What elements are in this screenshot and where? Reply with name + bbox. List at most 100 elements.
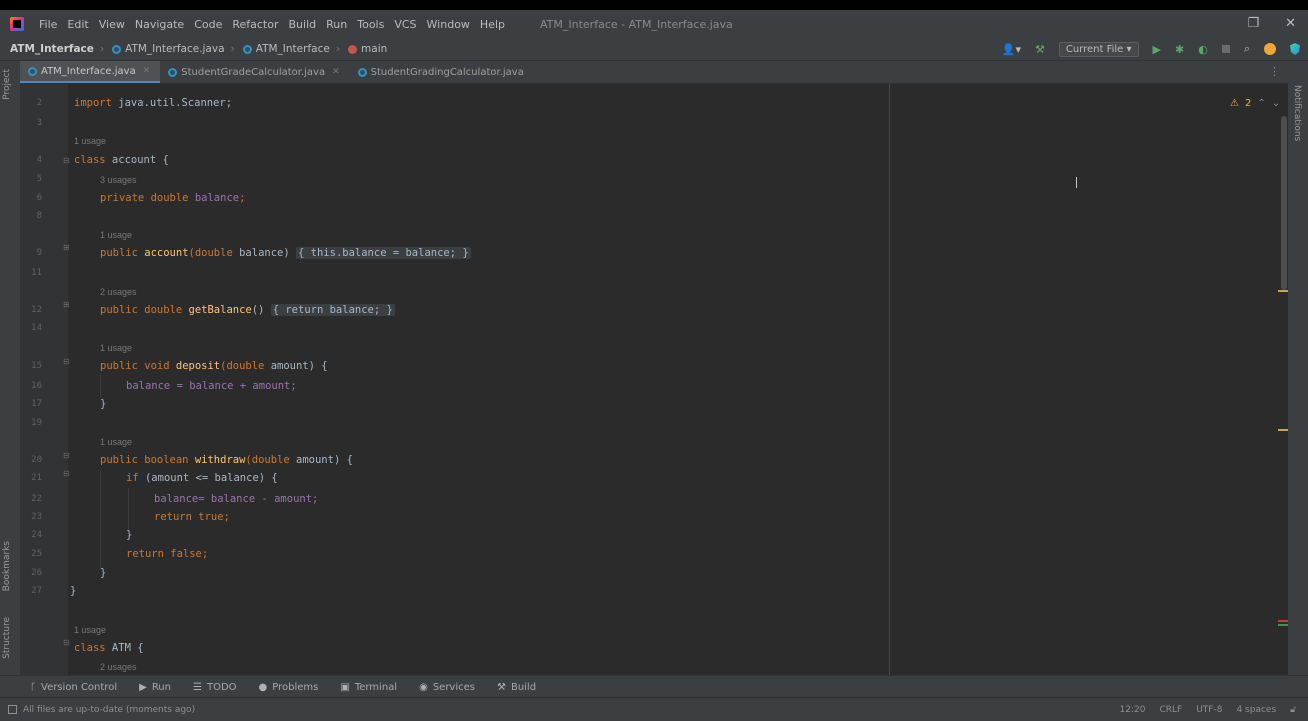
updates-icon[interactable] [1264,43,1276,55]
caret-position[interactable]: 12:20 [1120,705,1146,715]
code-line-close-class: } [70,585,77,597]
line-number: 19 [31,418,42,428]
inspection-widget[interactable]: ⚠ 2 ⌃ ⌄ [1230,98,1280,109]
usage-hint[interactable]: 3 usages [100,175,137,185]
line-separator[interactable]: CRLF [1159,705,1182,715]
tool-terminal[interactable]: ▣ Terminal [340,682,397,693]
menu-run[interactable]: Run [321,18,352,31]
bookmarks-tool-button[interactable]: Bookmarks [2,541,12,591]
status-toggle-icon[interactable] [8,705,17,714]
warning-stripe-marker[interactable] [1278,429,1288,431]
debug-icon[interactable]: ✱ [1175,43,1184,56]
build-hammer-icon[interactable]: ⚒ [1035,43,1045,56]
menu-navigate[interactable]: Navigate [130,18,189,31]
fold-marker-icon[interactable]: ⊟ [63,469,70,478]
fold-marker-icon[interactable]: ⊟ [63,451,70,460]
menu-view[interactable]: View [94,18,130,31]
usage-hint[interactable]: 1 usage [74,625,106,635]
close-tab-icon[interactable]: ✕ [332,67,340,77]
file-encoding[interactable]: UTF-8 [1196,705,1222,715]
usage-hint[interactable]: 2 usages [100,287,137,297]
mouse-text-cursor [1076,177,1077,188]
breadcrumb-method[interactable]: main [342,43,391,55]
problems-icon: ● [258,681,268,693]
editor-scrollbar[interactable] [1281,116,1287,290]
right-margin-guide [889,84,890,675]
tab-student-grading-calculator[interactable]: StudentGradingCalculator.java [350,61,534,83]
code-line-class-atm: class ATM { [74,642,144,654]
tool-problems[interactable]: ● Problems [259,682,319,693]
user-icon[interactable]: 👤▾ [1002,43,1021,56]
error-stripe-marker[interactable] [1278,620,1288,622]
tool-window-bar: ᚴ Version Control ▶ Run ☰ TODO ● Problems ▣ T… [0,675,1308,698]
tool-run[interactable]: ▶ Run [139,682,171,693]
usage-hint[interactable]: 1 usage [100,230,132,240]
line-number: 5 [36,174,42,184]
status-message[interactable]: All files are up-to-date (moments ago) [23,705,195,715]
menu-refactor[interactable]: Refactor [227,18,283,31]
change-stripe-marker[interactable] [1278,624,1288,626]
project-tool-button[interactable]: Project [2,69,12,100]
fold-marker-icon[interactable]: ⊞ [63,243,70,252]
close-tab-icon[interactable]: ✕ [143,66,151,76]
menu-vcs[interactable]: VCS [389,18,421,31]
usage-hint[interactable]: 1 usage [100,437,132,447]
status-widgets: 12:20 CRLF UTF-8 4 spaces 🔓︎ [1120,698,1296,721]
coverage-icon[interactable]: ◐ [1198,43,1208,56]
menu-code[interactable]: Code [189,18,227,31]
tool-version-control[interactable]: ᚴ Version Control [30,682,117,693]
breadcrumb-file[interactable]: ATM_Interface.java [106,43,228,55]
menu-file[interactable]: File [34,18,62,31]
toolbox-icon[interactable] [1290,43,1300,55]
fold-marker-icon[interactable]: ⊟ [63,638,70,647]
warning-count: 2 [1244,98,1252,109]
chevron-up-icon[interactable]: ⌃ [1257,98,1265,109]
run-icon[interactable]: ▶ [1153,43,1161,56]
menu-help[interactable]: Help [475,18,510,31]
menu-window[interactable]: Window [422,18,475,31]
usage-hint[interactable]: 1 usage [74,136,106,146]
code-line-close-brace: } [100,398,107,410]
build-icon: ⚒ [496,681,506,693]
search-icon[interactable]: ⌕ [1244,42,1250,56]
line-number: 4 [36,155,42,165]
line-number: 20 [31,455,42,465]
line-number: 17 [31,399,42,409]
more-tabs-icon[interactable]: ⋮ [1269,65,1280,78]
tool-todo[interactable]: ☰ TODO [193,682,237,693]
tool-services[interactable]: ◉ Services [419,682,475,693]
fold-marker-icon[interactable]: ⊟ [63,156,70,165]
indent-setting[interactable]: 4 spaces [1236,705,1276,715]
usage-hint[interactable]: 1 usage [100,343,132,353]
indent-guide [100,374,101,398]
tool-build[interactable]: ⚒ Build [497,682,536,693]
lock-icon[interactable]: 🔓︎ [1290,705,1296,715]
chevron-down-icon[interactable]: ⌄ [1272,98,1280,109]
stop-icon[interactable] [1221,45,1230,53]
code-line-deposit-body: balance = balance + amount; [126,380,297,392]
fold-marker-icon[interactable]: ⊞ [63,300,70,309]
menu-build[interactable]: Build [284,18,322,31]
run-configuration-select[interactable]: Current File ▾ [1058,41,1139,57]
structure-tool-button[interactable]: Structure [2,617,12,659]
code-line-if: if (amount <= balance) { [126,472,278,484]
tab-student-grade-calculator[interactable]: StudentGradeCalculator.java ✕ [160,61,349,83]
close-window-icon[interactable]: ✕ [1285,16,1296,31]
tab-atm-interface[interactable]: ATM_Interface.java ✕ [20,61,161,83]
warning-icon: ⚠ [1230,98,1239,109]
java-class-icon [242,44,252,54]
editor-tabs: ATM_Interface.java ✕ StudentGradeCalcula… [20,61,1288,84]
menu-tools[interactable]: Tools [352,18,389,31]
indent-guide [128,488,129,530]
menu-bar: File Edit View Navigate Code Refactor Bu… [0,10,1308,38]
warning-stripe-marker[interactable] [1278,290,1288,292]
fold-marker-icon[interactable]: ⊟ [63,357,70,366]
breadcrumb-class[interactable]: ATM_Interface [237,43,334,55]
usage-hint[interactable]: 2 usages [100,662,137,672]
notifications-tool-button[interactable]: Notifications [1292,85,1302,141]
intellij-logo-icon [10,17,24,31]
menu-edit[interactable]: Edit [62,18,93,31]
restore-window-icon[interactable]: ❐ [1247,16,1259,31]
code-line-class-account: class account { [74,154,169,166]
breadcrumb-project[interactable]: ATM_Interface [0,43,98,55]
